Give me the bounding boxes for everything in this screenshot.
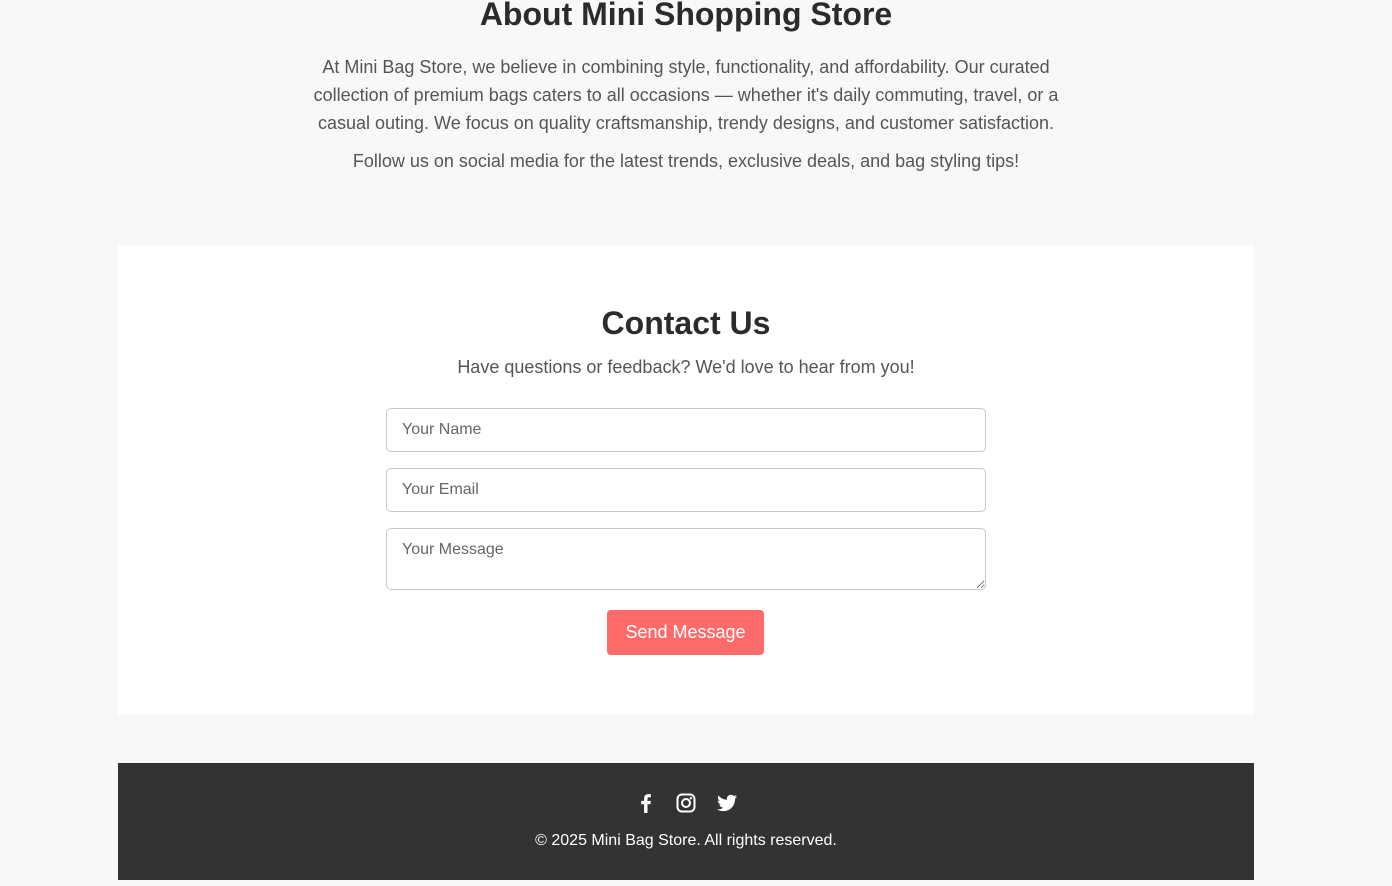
message-textarea[interactable]: [386, 528, 986, 590]
contact-title: Contact Us: [601, 305, 771, 341]
send-message-button[interactable]: Send Message: [607, 610, 764, 655]
email-input[interactable]: [386, 468, 986, 512]
name-input[interactable]: [386, 408, 986, 452]
about-title: About Mini Shopping Store: [479, 0, 893, 32]
twitter-icon[interactable]: [716, 792, 738, 814]
contact-section: Contact Us Have questions or feedback? W…: [118, 245, 1254, 715]
social-links: [118, 792, 1254, 814]
about-social-note: Follow us on social media for the latest…: [352, 151, 1020, 171]
about-description: At Mini Bag Store, we believe in combini…: [313, 57, 1059, 133]
instagram-icon[interactable]: [676, 792, 696, 814]
contact-subtitle: Have questions or feedback? We'd love to…: [457, 357, 915, 377]
footer: © 2025 Mini Bag Store. All rights reserv…: [118, 763, 1254, 880]
copyright-text: © 2025 Mini Bag Store. All rights reserv…: [535, 832, 837, 849]
facebook-icon[interactable]: [636, 792, 656, 814]
